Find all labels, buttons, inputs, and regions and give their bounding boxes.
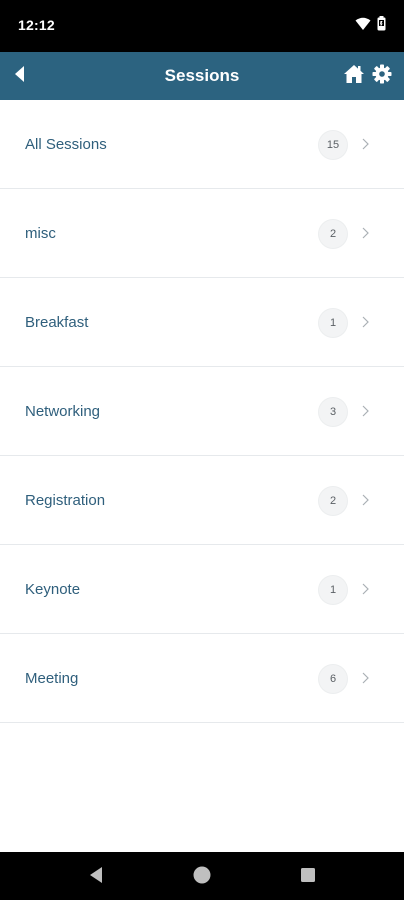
session-label: misc (25, 225, 56, 242)
chevron-right-icon (360, 401, 372, 421)
count-badge: 1 (319, 309, 347, 337)
count-badge: 2 (319, 220, 347, 248)
count-badge: 3 (319, 398, 347, 426)
chevron-right-icon (360, 134, 372, 154)
list-item-misc[interactable]: misc 2 (0, 189, 404, 278)
chevron-right-icon (360, 223, 372, 243)
count-badge: 6 (319, 665, 347, 693)
nav-home-button[interactable] (191, 866, 213, 888)
list-item-meeting[interactable]: Meeting 6 (0, 634, 404, 723)
chevron-right-icon (360, 490, 372, 510)
status-icons (355, 16, 386, 36)
app-bar: Sessions (0, 52, 404, 100)
battery-icon (377, 16, 386, 36)
screen: 12:12 Sessions All Sessions 15 misc 2 Br… (0, 0, 404, 900)
home-button[interactable] (340, 62, 368, 90)
home-circle-icon (192, 865, 212, 890)
session-label: Keynote (25, 581, 81, 598)
list-item-registration[interactable]: Registration 2 (0, 456, 404, 545)
count-badge: 15 (319, 131, 347, 159)
nav-recents-button[interactable] (297, 866, 319, 888)
chevron-right-icon (360, 668, 372, 688)
list-item-keynote[interactable]: Keynote 1 (0, 545, 404, 634)
list-item-all-sessions[interactable]: All Sessions 15 (0, 100, 404, 189)
recents-square-icon (300, 867, 316, 888)
home-icon (343, 64, 365, 89)
session-label: Networking (25, 403, 101, 420)
wifi-icon (355, 17, 371, 36)
back-arrow-icon (13, 65, 27, 88)
count-badge: 2 (319, 487, 347, 515)
session-list: All Sessions 15 misc 2 Breakfast 1 Netwo… (0, 100, 404, 723)
chevron-right-icon (360, 312, 372, 332)
session-label: Breakfast (25, 314, 89, 331)
status-bar: 12:12 (0, 0, 404, 52)
session-label: Registration (25, 492, 106, 509)
list-item-breakfast[interactable]: Breakfast 1 (0, 278, 404, 367)
gear-icon (372, 64, 392, 89)
back-button[interactable] (6, 62, 34, 90)
chevron-right-icon (360, 579, 372, 599)
session-label: Meeting (25, 670, 79, 687)
list-item-networking[interactable]: Networking 3 (0, 367, 404, 456)
session-label: All Sessions (25, 136, 107, 153)
nav-back-button[interactable] (85, 866, 107, 888)
system-nav-bar (0, 852, 404, 900)
settings-button[interactable] (368, 62, 396, 90)
back-triangle-icon (87, 866, 105, 889)
status-time: 12:12 (18, 17, 55, 33)
count-badge: 1 (319, 576, 347, 604)
